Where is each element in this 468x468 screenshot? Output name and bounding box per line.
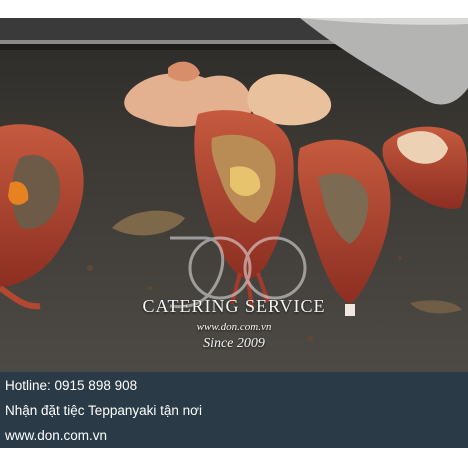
photo-frame: CATERING SERVICE www.don.com.vn Since 20… (0, 18, 468, 372)
watermark-brand: CATERING SERVICE (142, 296, 326, 316)
tagline-text: Nhận đặt tiệc Teppanyaki tận nơi (5, 403, 202, 418)
watermark-url: www.don.com.vn (196, 321, 272, 333)
hotline-text: Hotline: 0915 898 908 (5, 378, 138, 393)
watermark-since: Since 2009 (203, 336, 265, 351)
website-text: www.don.com.vn (5, 428, 108, 443)
contact-info-bar: Hotline: 0915 898 908 Nhận đặt tiệc Tepp… (0, 372, 468, 448)
